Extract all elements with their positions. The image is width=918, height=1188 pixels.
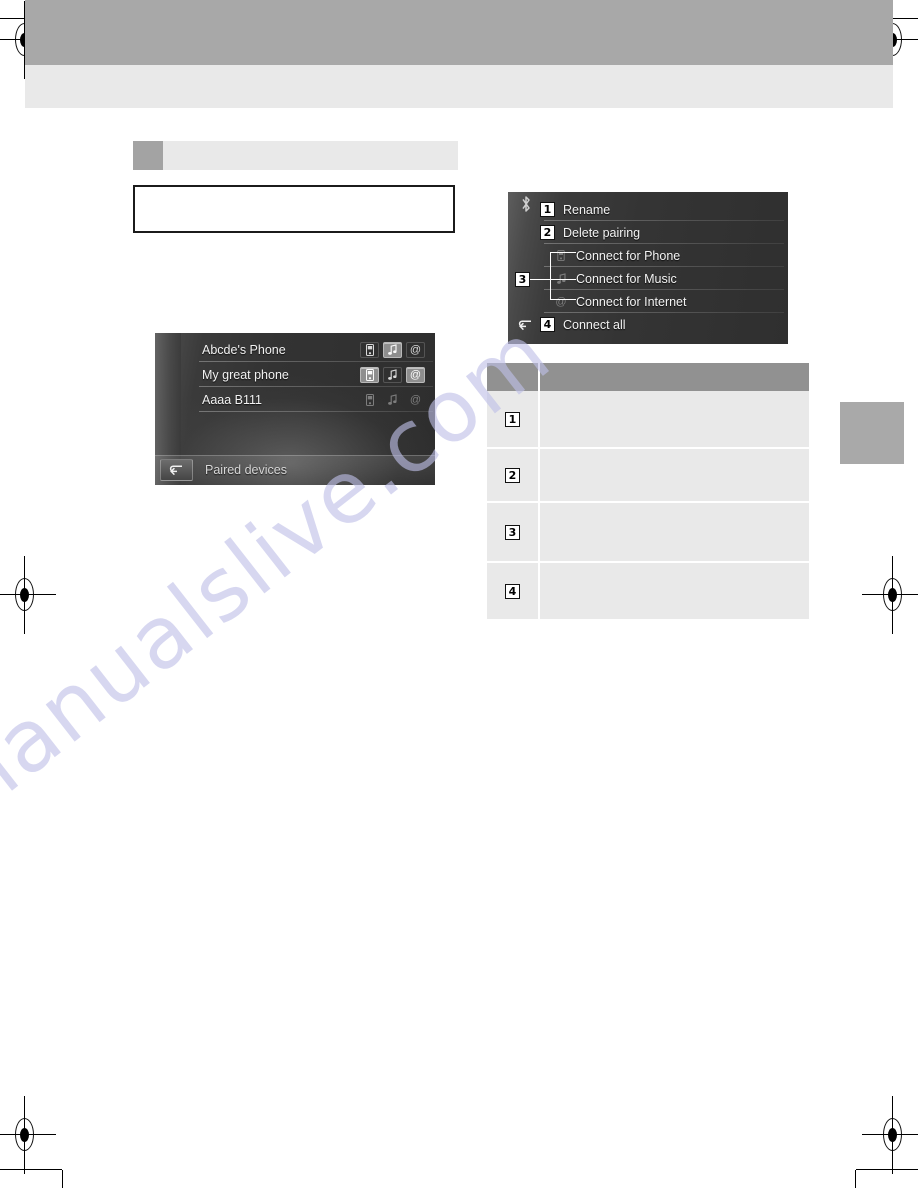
device-name: My great phone bbox=[202, 367, 289, 382]
menu-item-rename[interactable]: 1 Rename bbox=[508, 198, 788, 221]
at-sign-internet-icon: @ bbox=[555, 295, 567, 308]
table-row: 3 bbox=[487, 502, 809, 563]
note-box bbox=[133, 185, 455, 233]
callout-3-stem bbox=[530, 279, 550, 280]
menu-item-label: Delete pairing bbox=[563, 225, 641, 240]
device-status-icons: @ bbox=[360, 392, 425, 408]
note-box-text bbox=[135, 187, 453, 203]
menu-item-delete-pairing[interactable]: 2 Delete pairing bbox=[508, 221, 788, 244]
table-cell-number: 3 bbox=[487, 502, 540, 563]
callout-badge-1: 1 bbox=[505, 411, 520, 427]
phone-icon[interactable] bbox=[360, 341, 379, 358]
table-cell-description bbox=[539, 448, 809, 503]
registration-target-middle-left bbox=[0, 556, 56, 634]
section-heading-swatch bbox=[133, 141, 163, 170]
paired-devices-screenshot: Abcde's Phone @ My great phone @ Aaaa B1… bbox=[155, 333, 435, 485]
device-status-icons: @ bbox=[360, 341, 425, 358]
callout-badge-3: 3 bbox=[505, 524, 520, 540]
callout-3-branch-music bbox=[550, 279, 576, 280]
bottom-bar-divider bbox=[155, 455, 435, 456]
at-sign-internet-icon[interactable]: @ bbox=[406, 366, 425, 383]
phone-icon[interactable] bbox=[360, 392, 379, 408]
table-cell-number: 1 bbox=[487, 391, 540, 449]
bluetooth-device-menu-screenshot: 1 Rename 2 Delete pairing Connect for Ph… bbox=[508, 192, 788, 344]
music-note-icon[interactable] bbox=[383, 366, 402, 383]
callout-badge-2: 2 bbox=[540, 225, 555, 240]
at-sign-internet-icon[interactable]: @ bbox=[406, 341, 425, 358]
paired-device-row[interactable]: Abcde's Phone @ bbox=[183, 337, 435, 362]
paired-device-row[interactable]: Aaaa B111 @ bbox=[183, 387, 435, 412]
at-sign-internet-icon[interactable]: @ bbox=[406, 392, 425, 408]
music-note-icon[interactable] bbox=[383, 392, 402, 408]
menu-item-label: Rename bbox=[563, 202, 611, 217]
page-header-band bbox=[25, 0, 893, 65]
section-heading bbox=[133, 141, 458, 170]
row-divider bbox=[199, 411, 433, 412]
table-row: 1 bbox=[487, 391, 809, 449]
callout-3-spine bbox=[550, 252, 551, 300]
music-note-icon[interactable] bbox=[383, 341, 402, 358]
table-row: 4 bbox=[487, 562, 809, 619]
device-name: Abcde's Phone bbox=[202, 342, 286, 357]
page-header-subband bbox=[25, 65, 893, 108]
table-cell-number: 4 bbox=[487, 562, 540, 619]
device-status-icons: @ bbox=[360, 366, 425, 383]
back-arrow-icon[interactable] bbox=[512, 316, 538, 334]
table-cell-number: 2 bbox=[487, 448, 540, 503]
registration-target-bottom-right bbox=[862, 1096, 918, 1174]
callout-badge-2: 2 bbox=[505, 467, 520, 483]
callout-3-branch-phone bbox=[550, 252, 576, 253]
table-cell-description bbox=[539, 391, 809, 449]
menu-item-label: Connect for Internet bbox=[576, 294, 687, 309]
table-cell-description bbox=[539, 562, 809, 619]
section-edge-tab bbox=[840, 402, 904, 464]
registration-target-middle-right bbox=[862, 556, 918, 634]
menu-item-label: Connect for Music bbox=[576, 271, 677, 286]
menu-item-label: Connect all bbox=[563, 317, 626, 332]
menu-item-connect-all[interactable]: 4 Connect all bbox=[508, 313, 788, 336]
table-header-row bbox=[487, 363, 809, 391]
screen-bottom-bar: Paired devices bbox=[155, 455, 435, 485]
device-name: Aaaa B111 bbox=[202, 392, 263, 407]
screen-title-label: Paired devices bbox=[205, 463, 287, 477]
legend-table: 1 2 3 4 bbox=[487, 363, 809, 619]
phone-icon[interactable] bbox=[360, 366, 379, 383]
back-arrow-icon[interactable] bbox=[160, 459, 193, 481]
menu-item-label: Connect for Phone bbox=[576, 248, 681, 263]
callout-badge-4: 4 bbox=[505, 583, 520, 599]
callout-3-branch-internet bbox=[550, 299, 576, 300]
table-header-number bbox=[487, 363, 540, 391]
callout-badge-3: 3 bbox=[515, 272, 530, 287]
table-cell-description bbox=[539, 502, 809, 563]
phone-icon bbox=[554, 248, 568, 264]
registration-target-bottom-left bbox=[0, 1096, 56, 1174]
paired-device-row[interactable]: My great phone @ bbox=[183, 362, 435, 387]
callout-badge-4: 4 bbox=[540, 317, 555, 332]
table-header-description bbox=[539, 363, 809, 391]
callout-badge-1: 1 bbox=[540, 202, 555, 217]
table-row: 2 bbox=[487, 448, 809, 503]
